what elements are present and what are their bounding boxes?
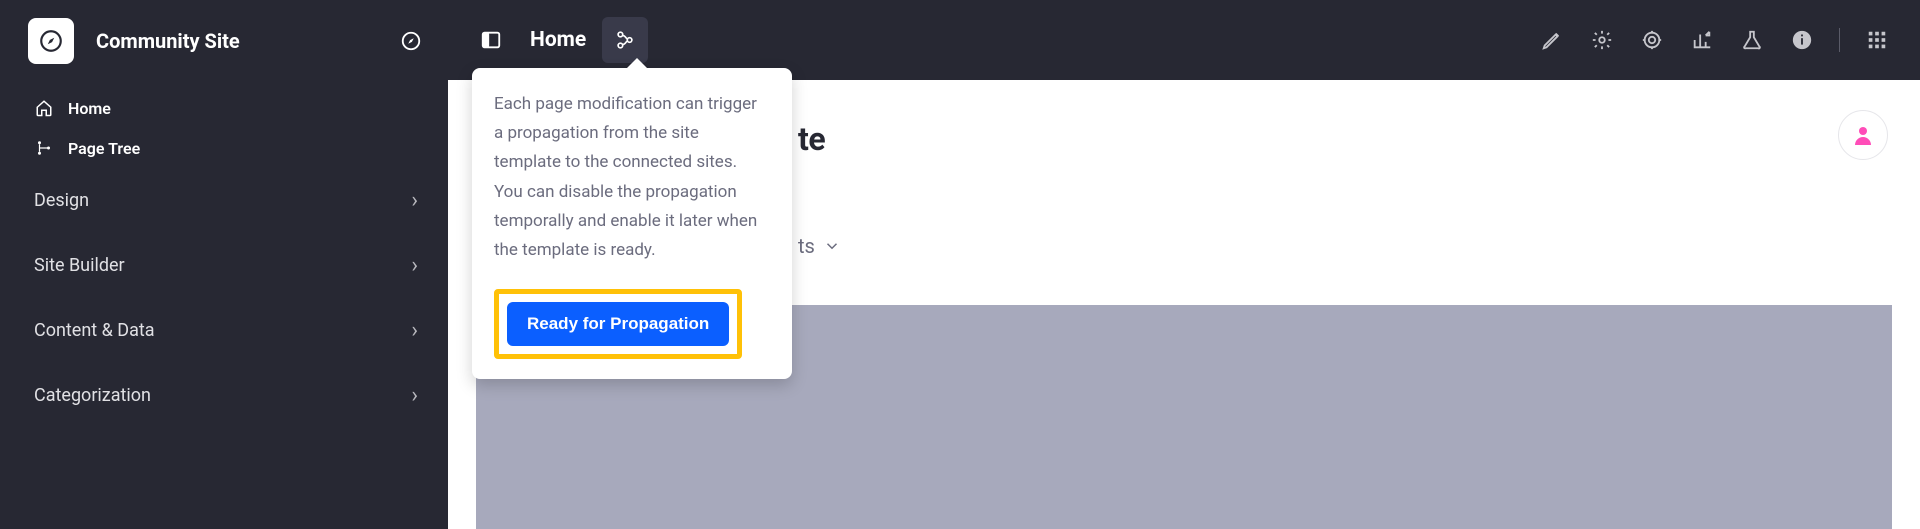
pencil-icon — [1541, 29, 1563, 51]
brand-compass-button[interactable] — [398, 28, 424, 54]
settings-button[interactable] — [1587, 25, 1617, 55]
compass-outline-icon — [400, 30, 422, 52]
ready-for-propagation-button[interactable]: Ready for Propagation — [507, 302, 729, 346]
sidebar: Community Site Home — [0, 0, 448, 529]
topbar-right — [1537, 25, 1892, 55]
sidebar-header: Community Site — [0, 18, 448, 88]
topbar-separator — [1839, 28, 1840, 52]
propagation-icon — [614, 29, 636, 51]
user-icon — [1851, 123, 1875, 147]
fragments-label: ts — [798, 234, 815, 258]
target-button[interactable] — [1637, 25, 1667, 55]
sidenav-section-label: Content & Data — [34, 320, 155, 341]
analytics-button[interactable] — [1687, 25, 1717, 55]
compass-icon — [38, 28, 64, 54]
sidenav-item-label: Page Tree — [68, 139, 140, 158]
sidenav-section-categorization[interactable]: Categorization › — [0, 363, 448, 428]
sidenav-section-label: Design — [34, 190, 89, 211]
sidenav-item-page-tree[interactable]: Page Tree — [0, 128, 448, 168]
brand-title: Community Site — [96, 29, 398, 53]
info-button[interactable] — [1787, 25, 1817, 55]
page-title: te — [798, 120, 1872, 158]
target-icon — [1641, 29, 1663, 51]
sidenav-section-label: Site Builder — [34, 255, 125, 276]
sidenav-item-label: Home — [68, 99, 111, 118]
sidenav-section-design[interactable]: Design › — [0, 168, 448, 233]
info-icon — [1791, 29, 1813, 51]
page-tree-icon — [34, 138, 54, 158]
cta-highlight: Ready for Propagation — [494, 289, 742, 359]
sidenav-section-content-data[interactable]: Content & Data › — [0, 298, 448, 363]
home-icon — [34, 98, 54, 118]
analytics-icon — [1691, 29, 1713, 51]
avatar[interactable] — [1838, 110, 1888, 160]
sidenav-section-label: Categorization — [34, 385, 151, 406]
sidenav-section-site-builder[interactable]: Site Builder › — [0, 233, 448, 298]
popover-text: Each page modification can trigger a pro… — [494, 90, 770, 265]
sidenav-item-home[interactable]: Home — [0, 88, 448, 128]
panel-icon — [480, 29, 502, 51]
propagation-button[interactable] — [602, 17, 648, 63]
panel-toggle-button[interactable] — [468, 17, 514, 63]
popover-arrow — [626, 58, 648, 69]
chevron-right-icon: › — [411, 253, 418, 278]
brand-icon[interactable] — [28, 18, 74, 64]
gear-icon — [1591, 29, 1613, 51]
breadcrumb-home[interactable]: Home — [522, 28, 594, 52]
chevron-right-icon: › — [411, 188, 418, 213]
fragments-dropdown[interactable]: ts — [798, 234, 1872, 258]
propagation-popover: Each page modification can trigger a pro… — [472, 68, 792, 379]
sidenav: Home Page Tree Design › Site Buil — [0, 88, 448, 428]
edit-button[interactable] — [1537, 25, 1567, 55]
experiments-button[interactable] — [1737, 25, 1767, 55]
chevron-right-icon: › — [411, 383, 418, 408]
apps-button[interactable] — [1862, 25, 1892, 55]
chevron-right-icon: › — [411, 318, 418, 343]
chevron-down-icon — [823, 237, 841, 255]
flask-icon — [1741, 29, 1763, 51]
grid-icon — [1866, 29, 1888, 51]
